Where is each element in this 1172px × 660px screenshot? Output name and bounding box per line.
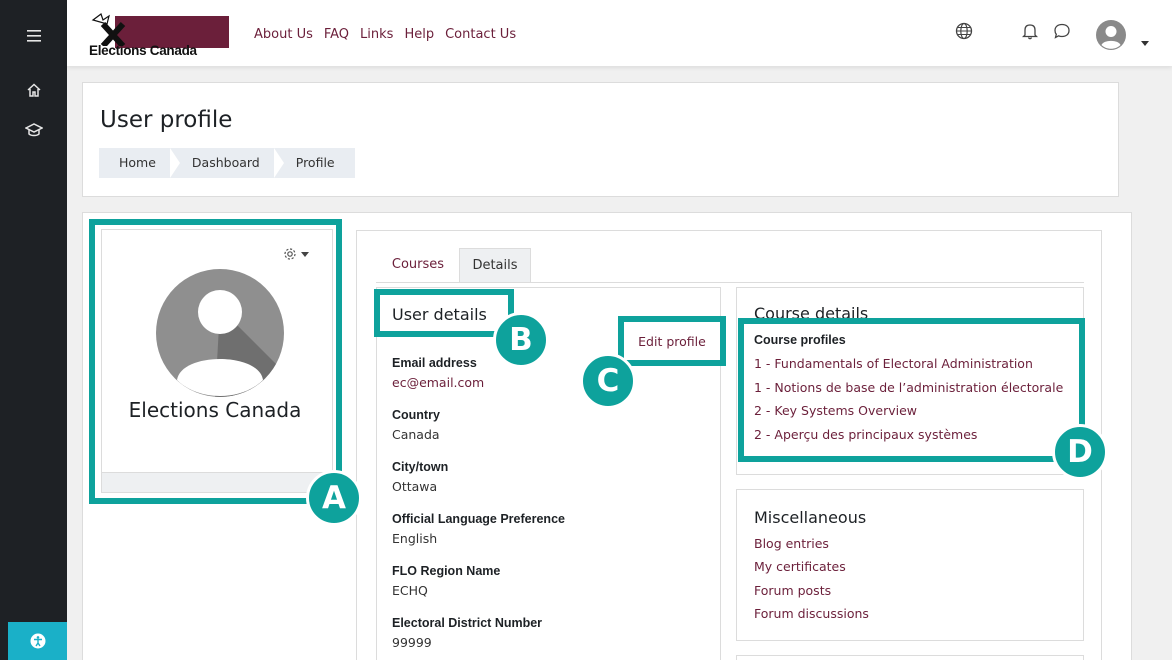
highlight-box-c: [618, 316, 726, 366]
breadcrumb-profile: Profile: [295, 155, 335, 170]
tab-details[interactable]: Details: [459, 248, 531, 282]
chat-bubble-icon[interactable]: [1053, 22, 1071, 44]
logo-mark-icon: [91, 13, 126, 46]
country-value: Canada: [392, 427, 440, 442]
logo-text: Elections Canada: [89, 43, 197, 58]
flo-region-label: FLO Region Name: [392, 564, 501, 578]
highlight-box-a: [89, 219, 342, 504]
country-label: Country: [392, 408, 440, 422]
language-label: Official Language Preference: [392, 512, 565, 526]
nav-faq[interactable]: FAQ: [324, 27, 349, 42]
miscellaneous-title: Miscellaneous: [754, 508, 867, 527]
tab-divider: [376, 282, 1084, 283]
callout-badge-a: A: [306, 470, 362, 526]
breadcrumb: Home Dashboard Profile: [99, 148, 355, 178]
email-label: Email address: [392, 356, 477, 370]
user-avatar[interactable]: [1096, 20, 1126, 54]
bell-icon[interactable]: [1021, 22, 1039, 44]
top-navbar: Elections Canada About Us FAQ Links Help…: [67, 0, 1172, 66]
elections-canada-logo[interactable]: Elections Canada: [89, 10, 229, 60]
breadcrumb-home[interactable]: Home: [99, 148, 170, 178]
chevron-down-icon[interactable]: [1141, 31, 1149, 50]
callout-badge-d: D: [1052, 424, 1108, 480]
district-value: 99999: [392, 635, 432, 650]
callout-badge-b: B: [493, 312, 549, 368]
highlight-box-b: [374, 289, 514, 337]
my-certificates-link[interactable]: My certificates: [754, 559, 846, 574]
forum-posts-link[interactable]: Forum posts: [754, 583, 831, 598]
accessibility-icon: [30, 633, 45, 649]
language-value: English: [392, 531, 438, 546]
accessibility-button[interactable]: [8, 622, 67, 660]
graduation-cap-icon[interactable]: [0, 112, 67, 148]
callout-badge-c: C: [580, 353, 636, 409]
nav-about-us[interactable]: About Us: [254, 27, 313, 42]
breadcrumb-separator: [169, 148, 180, 178]
page-header: User profile Home Dashboard Profile: [82, 82, 1119, 197]
top-nav-links: About Us FAQ Links Help Contact Us: [254, 27, 516, 42]
email-value[interactable]: ec@email.com: [392, 375, 484, 390]
city-label: City/town: [392, 460, 449, 474]
home-icon[interactable]: [0, 72, 67, 108]
forum-discussions-link[interactable]: Forum discussions: [754, 606, 869, 621]
next-panel-edge: [736, 655, 1084, 660]
globe-icon[interactable]: [955, 22, 973, 44]
flo-region-value: ECHQ: [392, 583, 428, 598]
nav-contact-us[interactable]: Contact Us: [445, 27, 516, 42]
page-title: User profile: [100, 107, 233, 133]
nav-help[interactable]: Help: [404, 27, 434, 42]
left-rail: [0, 0, 67, 660]
menu-icon[interactable]: [0, 18, 67, 54]
nav-links[interactable]: Links: [360, 27, 393, 42]
breadcrumb-dashboard[interactable]: Dashboard: [170, 148, 274, 178]
city-value: Ottawa: [392, 479, 438, 494]
tab-courses[interactable]: Courses: [378, 248, 458, 282]
highlight-box-d: [738, 318, 1085, 462]
breadcrumb-separator: [273, 148, 284, 178]
district-label: Electoral District Number: [392, 616, 543, 630]
blog-entries-link[interactable]: Blog entries: [754, 536, 829, 551]
